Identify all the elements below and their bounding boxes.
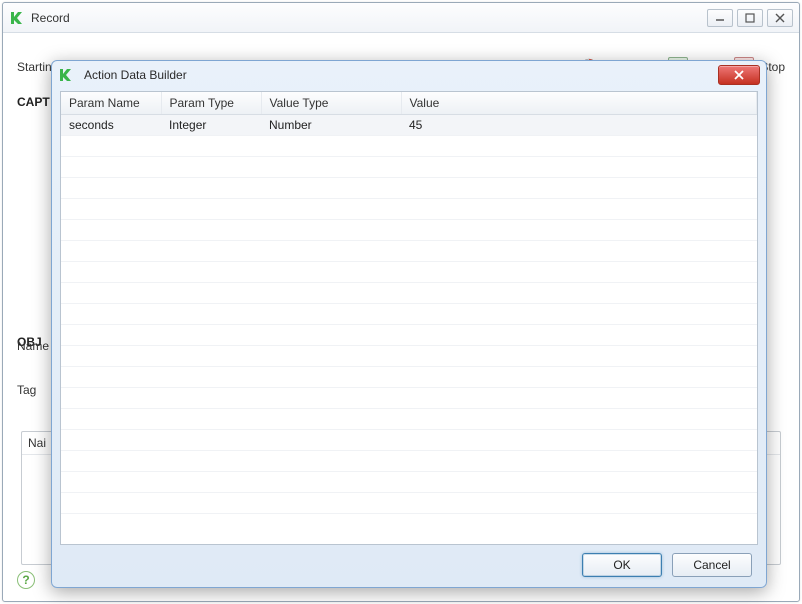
- col-param-name[interactable]: Param Name: [61, 92, 161, 115]
- table-row: .: [61, 493, 757, 514]
- cell-value-type[interactable]: Number: [261, 115, 401, 136]
- dialog-content: Param Name Param Type Value Type Value s…: [60, 91, 758, 545]
- table-row: .: [61, 409, 757, 430]
- cancel-button[interactable]: Cancel: [672, 553, 752, 577]
- table-row: .: [61, 136, 757, 157]
- maximize-button[interactable]: [737, 9, 763, 27]
- table-row: .: [61, 178, 757, 199]
- dialog-titlebar: Action Data Builder: [52, 61, 766, 89]
- table-row[interactable]: seconds Integer Number 45: [61, 115, 757, 136]
- table-row: .: [61, 472, 757, 493]
- dialog-logo-icon: [58, 67, 74, 83]
- action-data-builder-dialog: Action Data Builder Param Name Param Typ…: [51, 60, 767, 588]
- table-row: .: [61, 220, 757, 241]
- col-value[interactable]: Value: [401, 92, 757, 115]
- cell-param-type[interactable]: Integer: [161, 115, 261, 136]
- col-param-type[interactable]: Param Type: [161, 92, 261, 115]
- cell-param-name[interactable]: seconds: [61, 115, 161, 136]
- table-row: .: [61, 346, 757, 367]
- col-value-type[interactable]: Value Type: [261, 92, 401, 115]
- table-row: .: [61, 241, 757, 262]
- table-row: .: [61, 430, 757, 451]
- dialog-close-button[interactable]: [718, 65, 760, 85]
- cell-value[interactable]: 45: [401, 115, 757, 136]
- table-row: .: [61, 283, 757, 304]
- close-button[interactable]: [767, 9, 793, 27]
- help-icon[interactable]: ?: [17, 571, 35, 589]
- ok-button[interactable]: OK: [582, 553, 662, 577]
- window-title: Record: [31, 11, 70, 25]
- record-titlebar: Record: [3, 3, 799, 33]
- dialog-title: Action Data Builder: [84, 68, 187, 82]
- name-label: Name: [17, 339, 49, 353]
- param-table[interactable]: Param Name Param Type Value Type Value s…: [61, 92, 757, 514]
- table-row: .: [61, 367, 757, 388]
- tag-label: Tag: [17, 383, 36, 397]
- table-row: .: [61, 157, 757, 178]
- app-logo-icon: [9, 10, 25, 26]
- table-row: .: [61, 325, 757, 346]
- minimize-button[interactable]: [707, 9, 733, 27]
- table-row: .: [61, 304, 757, 325]
- table-row: .: [61, 199, 757, 220]
- table-row: .: [61, 388, 757, 409]
- table-row: .: [61, 451, 757, 472]
- table-row: .: [61, 262, 757, 283]
